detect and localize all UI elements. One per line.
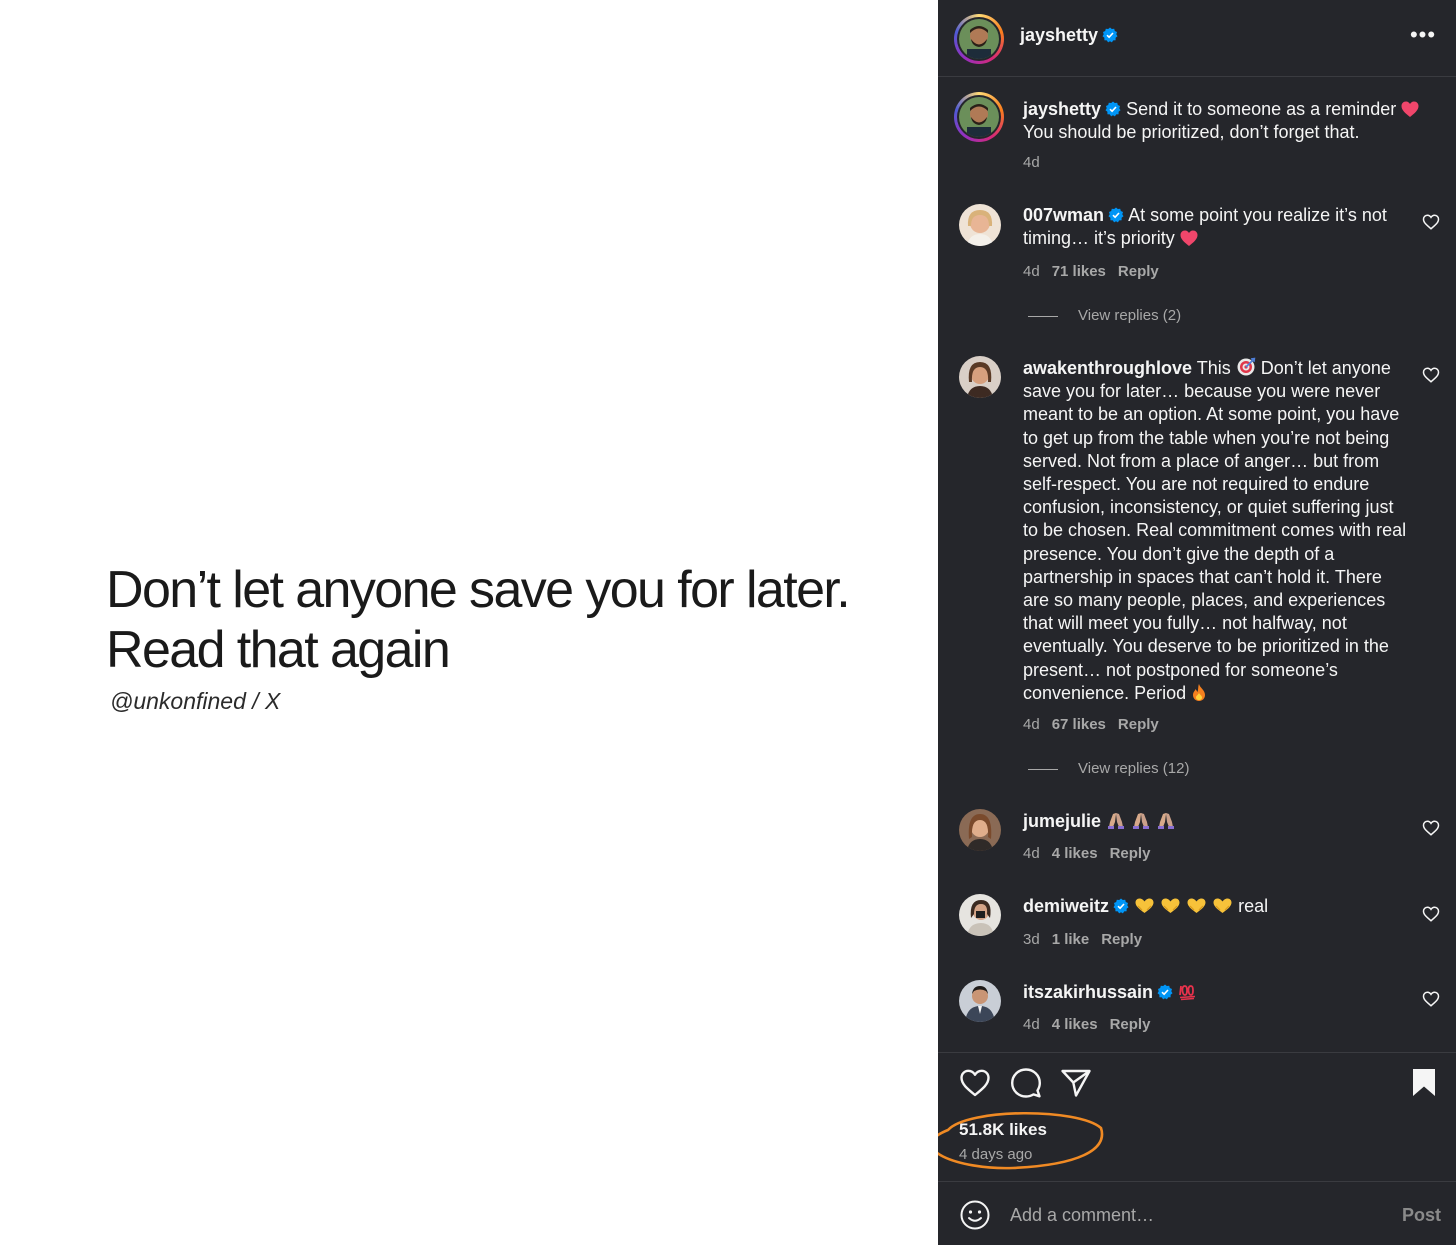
avatar-itszakirhussain[interactable] xyxy=(959,980,1001,1022)
view-replies-label: View replies (2) xyxy=(1078,307,1182,324)
comment-itszakirhussain: itszakirhussain xyxy=(1023,981,1408,1004)
add-comment-input[interactable] xyxy=(1010,1205,1370,1226)
caption-time[interactable]: 4d xyxy=(1023,154,1040,171)
heart-icon[interactable] xyxy=(958,1066,992,1100)
like-comment-heart-icon[interactable] xyxy=(1422,905,1440,923)
caption: jayshetty Send it to someone as a remind… xyxy=(1023,98,1423,144)
avatar-007wman[interactable] xyxy=(959,204,1001,246)
caption-text-a: Send it to someone as a reminder xyxy=(1126,99,1397,119)
comment-likes[interactable]: 4 likes xyxy=(1052,845,1098,862)
hundred-points-emoji-icon xyxy=(1179,985,1196,1001)
comment-meta: 4d 4 likes Reply xyxy=(1023,845,1162,862)
avatar-awakenthroughlove[interactable] xyxy=(959,356,1001,398)
comment-box-divider xyxy=(938,1181,1456,1182)
avatar-jayshetty xyxy=(959,19,999,59)
post-time-ago[interactable]: 4 days ago xyxy=(959,1146,1032,1163)
yellow-heart-hands-emoji-icon xyxy=(1187,898,1206,913)
more-options-icon[interactable]: ••• xyxy=(1408,24,1438,50)
verified-badge-icon xyxy=(1105,101,1121,117)
comment-time[interactable]: 4d xyxy=(1023,1016,1040,1033)
view-replies-line xyxy=(1028,768,1058,770)
comment-jumejulie: jumejulie xyxy=(1023,810,1408,833)
comment-likes[interactable]: 1 like xyxy=(1052,931,1090,948)
comment-text-b: Don’t let anyone save you for later… bec… xyxy=(1023,358,1407,703)
like-comment-heart-icon[interactable] xyxy=(1422,819,1440,837)
view-replies-button[interactable]: View replies (2) xyxy=(1028,307,1181,324)
like-comment-heart-icon[interactable] xyxy=(1422,990,1440,1008)
comment-text-a: At some point you realize it’s not xyxy=(1128,205,1387,225)
avatar-demiweitz[interactable] xyxy=(959,894,1001,936)
verified-badge-icon xyxy=(1102,27,1118,43)
reply-button[interactable]: Reply xyxy=(1118,716,1159,733)
comment-username[interactable]: awakenthroughlove xyxy=(1023,358,1192,378)
comment-meta: 3d 1 like Reply xyxy=(1023,931,1154,948)
comment-time[interactable]: 4d xyxy=(1023,845,1040,862)
yellow-heart-hands-emoji-icon xyxy=(1161,898,1180,913)
verified-badge-icon xyxy=(1113,898,1129,914)
comment-awakenthroughlove: awakenthroughlove This Don’t let anyone … xyxy=(1023,357,1408,705)
comment-bubble-icon[interactable] xyxy=(1009,1066,1043,1100)
actions-divider xyxy=(938,1052,1456,1053)
avatar-jayshetty xyxy=(959,97,999,137)
avatar-jumejulie[interactable] xyxy=(959,809,1001,851)
folded-hands-emoji-icon xyxy=(1108,813,1125,829)
comment-username[interactable]: itszakirhussain xyxy=(1023,982,1153,1002)
story-ring[interactable] xyxy=(954,14,1004,64)
reply-button[interactable]: Reply xyxy=(1101,931,1142,948)
heart-emoji-icon xyxy=(1401,101,1419,117)
comment-text-a: This xyxy=(1196,358,1231,378)
direct-hit-emoji-icon xyxy=(1237,357,1256,376)
comment-likes[interactable]: 67 likes xyxy=(1052,716,1106,733)
comment-text-a: real xyxy=(1238,896,1269,916)
post-side-panel: jayshetty ••• jayshetty Send it to someo… xyxy=(938,0,1456,1245)
comment-time[interactable]: 3d xyxy=(1023,931,1040,948)
comment-time[interactable]: 4d xyxy=(1023,263,1040,280)
comment-007wman: 007wman At some point you realize it’s n… xyxy=(1023,204,1408,250)
caption-meta: 4d xyxy=(1023,154,1052,171)
caption-text-b: You should be prioritized, don’t forget … xyxy=(1023,122,1360,143)
verified-badge-icon xyxy=(1108,207,1124,223)
comment-meta: 4d 67 likes Reply xyxy=(1023,716,1171,733)
comment-username[interactable]: 007wman xyxy=(1023,205,1104,225)
header-divider xyxy=(938,76,1456,77)
reply-button[interactable]: Reply xyxy=(1110,845,1151,862)
emoji-smile-icon[interactable] xyxy=(959,1199,991,1231)
yellow-heart-hands-emoji-icon xyxy=(1135,898,1154,913)
comment-time[interactable]: 4d xyxy=(1023,716,1040,733)
header-username-row[interactable]: jayshetty xyxy=(1020,25,1118,46)
send-icon[interactable] xyxy=(1059,1066,1093,1100)
quote-line-2: Read that again xyxy=(106,621,451,679)
caption-story-ring[interactable] xyxy=(954,92,1004,142)
comment-username[interactable]: jumejulie xyxy=(1023,811,1101,831)
post-likes-count[interactable]: 51.8K likes xyxy=(959,1120,1047,1140)
comment-meta: 4d 71 likes Reply xyxy=(1023,263,1171,280)
comment-demiweitz: demiweitz real xyxy=(1023,895,1408,918)
quote-credit: @unkonfined / X xyxy=(110,688,281,714)
yellow-heart-hands-emoji-icon xyxy=(1213,898,1232,913)
view-replies-button[interactable]: View replies (12) xyxy=(1028,760,1189,777)
like-comment-heart-icon[interactable] xyxy=(1422,213,1440,231)
header-username[interactable]: jayshetty xyxy=(1020,25,1098,45)
comment-meta: 4d 4 likes Reply xyxy=(1023,1016,1162,1033)
like-comment-heart-icon[interactable] xyxy=(1422,366,1440,384)
verified-badge-icon xyxy=(1157,984,1173,1000)
bookmark-icon[interactable] xyxy=(1408,1066,1442,1100)
post-image[interactable]: Don’t let anyone save you for later. Rea… xyxy=(0,0,938,1245)
fire-emoji-icon xyxy=(1193,683,1206,701)
comment-likes[interactable]: 4 likes xyxy=(1052,1016,1098,1033)
reply-button[interactable]: Reply xyxy=(1110,1016,1151,1033)
quote-line-1: Don’t let anyone save you for later. xyxy=(106,561,851,619)
post-comment-button[interactable]: Post xyxy=(1402,1205,1441,1226)
reply-button[interactable]: Reply xyxy=(1118,263,1159,280)
caption-username[interactable]: jayshetty xyxy=(1023,99,1101,119)
comment-text-b: timing… it’s priority xyxy=(1023,228,1175,249)
comment-username[interactable]: demiweitz xyxy=(1023,896,1109,916)
folded-hands-emoji-icon xyxy=(1133,813,1150,829)
view-replies-label: View replies (12) xyxy=(1078,760,1190,777)
folded-hands-emoji-icon xyxy=(1158,813,1175,829)
view-replies-line xyxy=(1028,315,1058,317)
heart-emoji-icon xyxy=(1180,230,1198,247)
comment-likes[interactable]: 71 likes xyxy=(1052,263,1106,280)
